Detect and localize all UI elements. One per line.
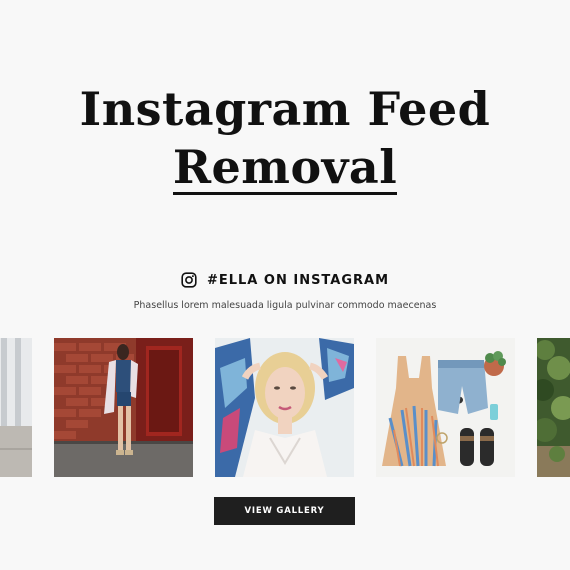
- view-gallery-button[interactable]: VIEW GALLERY: [214, 497, 355, 525]
- photo-greenery-partial[interactable]: [537, 338, 570, 477]
- instagram-subtitle: Phasellus lorem malesuada ligula pulvina…: [133, 300, 437, 311]
- photo-street-partial[interactable]: [0, 338, 32, 477]
- title-line-2: Removal: [172, 140, 398, 195]
- instagram-header: #ELLA ON INSTAGRAM: [0, 272, 570, 288]
- page-title: Instagram Feed Removal: [0, 80, 570, 196]
- instagram-icon: [181, 272, 197, 288]
- photo-brick-wall-outfit[interactable]: [54, 338, 193, 477]
- photo-blonde-portrait[interactable]: [215, 338, 354, 477]
- instagram-feed: [0, 338, 570, 477]
- instagram-heading: #ELLA ON INSTAGRAM: [206, 272, 390, 288]
- title-line-1: Instagram Feed: [79, 82, 491, 136]
- photo-flatlay-dress[interactable]: [376, 338, 515, 477]
